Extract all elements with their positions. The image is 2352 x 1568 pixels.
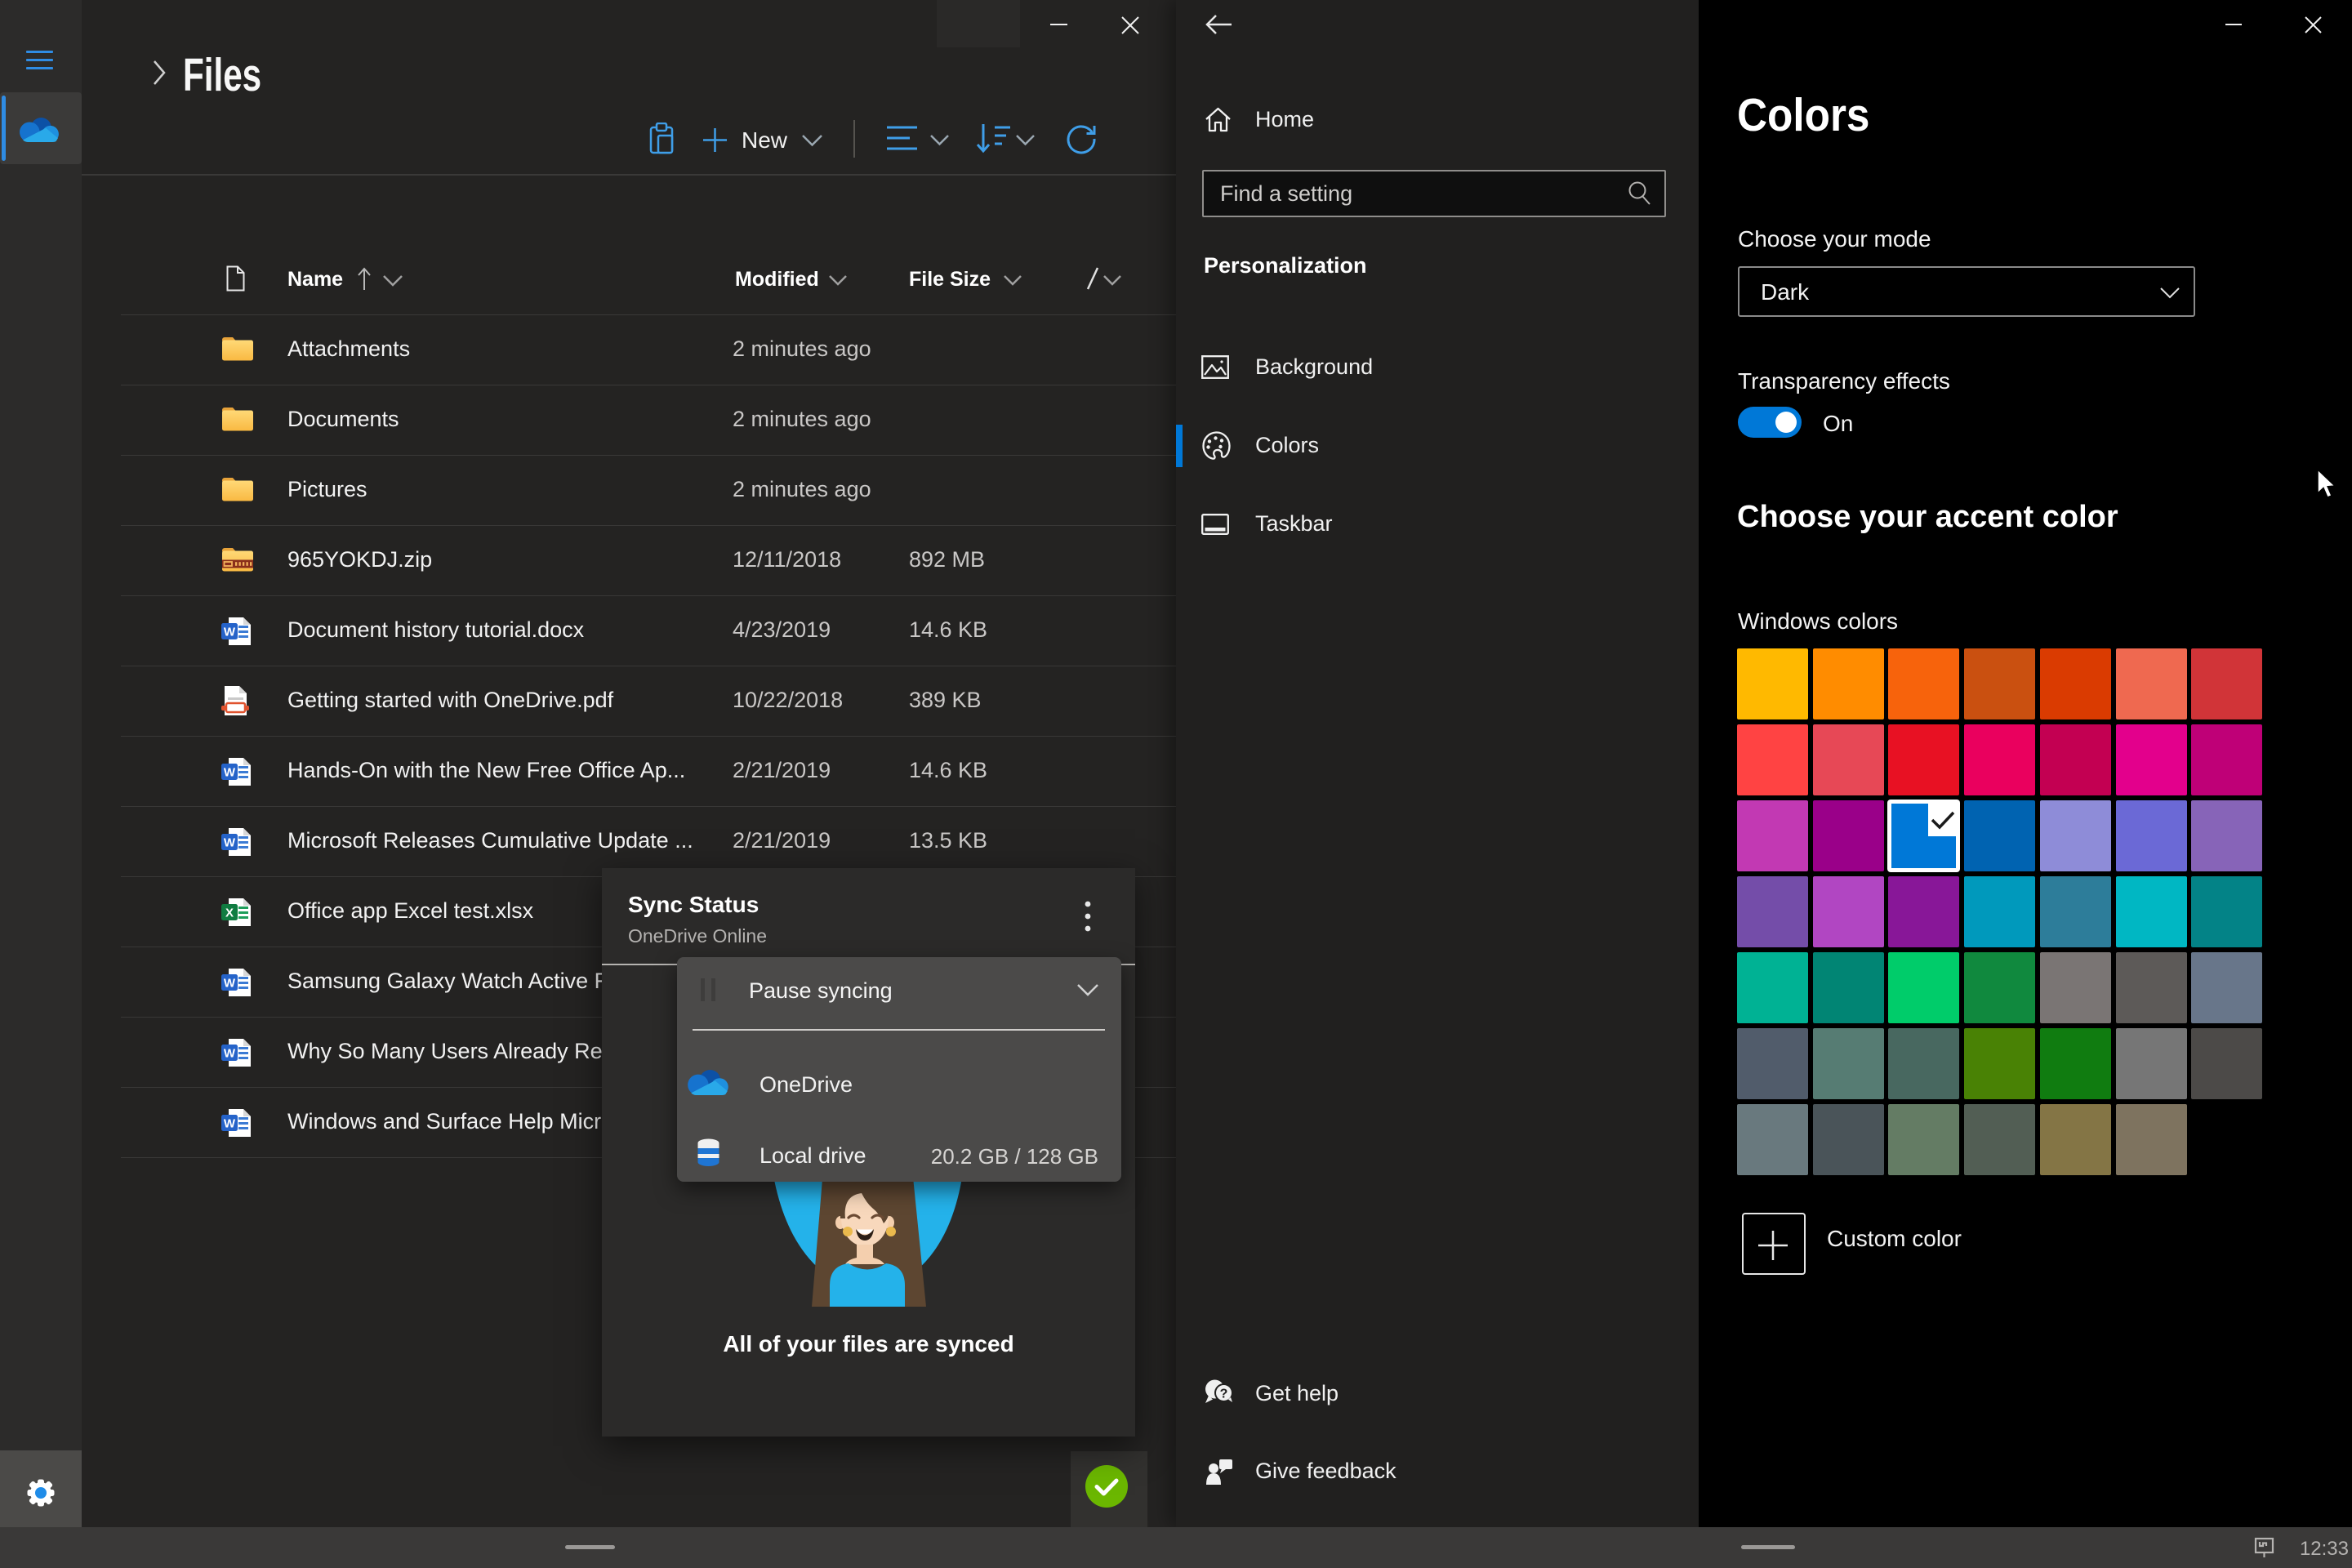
svg-text:X: X xyxy=(225,906,234,920)
svg-text:W: W xyxy=(224,626,236,639)
svg-text:W: W xyxy=(224,1047,236,1061)
svg-text:W: W xyxy=(224,766,236,780)
svg-text:W: W xyxy=(224,1117,236,1131)
svg-text:?: ? xyxy=(1220,1388,1228,1401)
svg-text:W: W xyxy=(224,836,236,850)
svg-text:W: W xyxy=(224,977,236,991)
